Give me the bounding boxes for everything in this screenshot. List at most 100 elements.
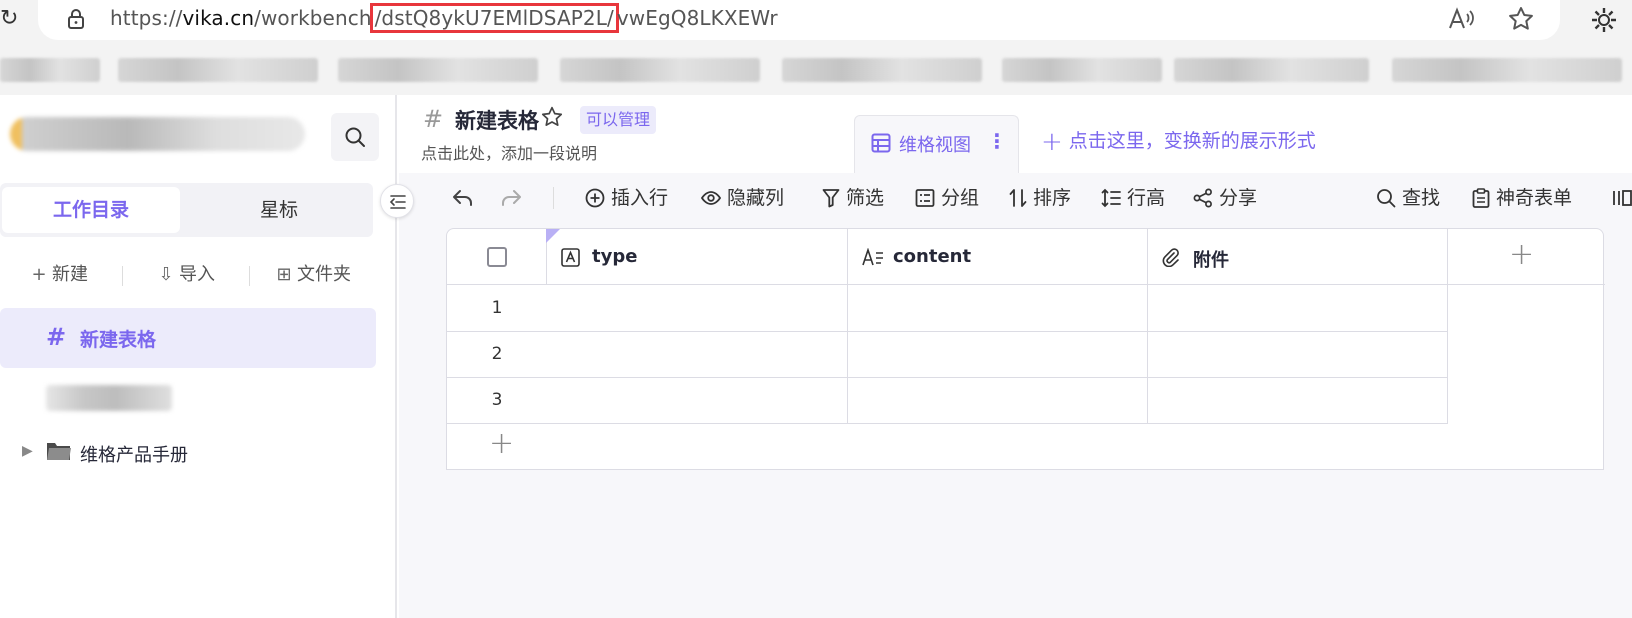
- table-cell[interactable]: [1148, 285, 1448, 331]
- row-height-icon: [1101, 188, 1121, 208]
- catalog-node-folder[interactable]: ▶ 维格产品手册: [0, 431, 376, 475]
- filter-label: 筛选: [846, 187, 885, 209]
- undo-icon[interactable]: [452, 173, 480, 223]
- collapse-sidebar-button[interactable]: [380, 184, 414, 218]
- table-cell[interactable]: [547, 285, 848, 331]
- divider: [249, 266, 250, 286]
- plus-icon: +: [1509, 237, 1535, 272]
- new-node-button[interactable]: + 新建: [30, 255, 88, 295]
- table-row[interactable]: 1: [447, 285, 1448, 332]
- table-cell[interactable]: [848, 378, 1148, 423]
- group-label: 分组: [941, 187, 980, 209]
- share-label: 分享: [1219, 187, 1258, 209]
- row-height-button[interactable]: 行高: [1101, 173, 1165, 223]
- bookmark-blurred[interactable]: [118, 58, 318, 82]
- column-header-content[interactable]: content: [848, 229, 1148, 284]
- bookmark-blurred[interactable]: [1174, 58, 1369, 82]
- bookmark-blurred[interactable]: [1002, 58, 1162, 82]
- bookmark-blurred[interactable]: [782, 58, 982, 82]
- datasheet-icon: #: [423, 105, 444, 133]
- table-cell[interactable]: [547, 378, 848, 423]
- import-label: 导入: [179, 264, 215, 285]
- favorite-star-icon[interactable]: [1508, 6, 1534, 32]
- extension-gear-icon[interactable]: [1590, 6, 1618, 34]
- divider: [553, 187, 554, 209]
- node-label: 维格产品手册: [80, 445, 188, 466]
- folder-icon: [47, 443, 71, 460]
- catalog-node-active[interactable]: # 新建表格: [0, 308, 376, 368]
- table-cell[interactable]: [547, 332, 848, 377]
- add-view-button[interactable]: + 点击这里，变换新的展示形式: [1041, 126, 1316, 157]
- sort-label: 排序: [1033, 187, 1072, 209]
- star-icon[interactable]: [541, 106, 563, 128]
- redo-icon[interactable]: [500, 173, 528, 223]
- catalog-node-blurred[interactable]: [46, 385, 172, 411]
- grid-view-icon: [871, 133, 891, 153]
- sidebar-search-button[interactable]: [331, 113, 379, 161]
- datasheet-title[interactable]: 新建表格: [455, 105, 539, 135]
- search-button[interactable]: 查找: [1376, 173, 1440, 223]
- import-icon: ⇩: [158, 264, 174, 285]
- tab-catalog[interactable]: 工作目录: [2, 187, 180, 233]
- plus-circle-icon: [585, 188, 605, 208]
- column-name: content: [893, 246, 972, 267]
- table-cell[interactable]: [848, 285, 1148, 331]
- share-icon: [1193, 188, 1212, 208]
- sort-icon: [1009, 189, 1027, 207]
- filter-button[interactable]: 筛选: [822, 173, 884, 223]
- table-cell[interactable]: [1148, 378, 1448, 423]
- insert-row-button[interactable]: 插入行: [585, 173, 668, 223]
- collapse-icon: [389, 195, 406, 209]
- bookmark-blurred[interactable]: [560, 58, 760, 82]
- bookmark-blurred[interactable]: [338, 58, 538, 82]
- search-icon: [345, 127, 365, 147]
- url-text[interactable]: https://vika.cn/workbench/dstQ8ykU7EMlDS…: [110, 3, 778, 33]
- view-tab-grid[interactable]: 维格视图 ⋮: [854, 115, 1019, 173]
- form-button[interactable]: 神奇表单: [1472, 173, 1572, 223]
- expand-triangle-icon[interactable]: ▶: [22, 443, 33, 459]
- hide-fields-label: 隐藏列: [727, 187, 785, 209]
- sort-button[interactable]: 排序: [1009, 173, 1071, 223]
- table-row[interactable]: 2: [447, 332, 1448, 378]
- lock-icon[interactable]: [66, 8, 86, 30]
- read-aloud-icon[interactable]: [1447, 6, 1475, 32]
- group-icon: [915, 189, 935, 207]
- plus-icon: +: [489, 426, 515, 461]
- column-header-type[interactable]: type: [547, 229, 848, 284]
- hide-fields-button[interactable]: 隐藏列: [700, 173, 785, 223]
- column-name: 附件: [1193, 250, 1229, 271]
- tab-starred[interactable]: 星标: [190, 187, 368, 233]
- add-view-label: 点击这里，变换新的展示形式: [1068, 130, 1316, 152]
- sidebar-actions: + 新建 ⇩ 导入 ⊞ 文件夹: [0, 255, 373, 295]
- text-field-icon: [561, 248, 580, 267]
- table-cell[interactable]: [1148, 332, 1448, 377]
- more-vertical-icon[interactable]: ⋮: [987, 129, 1007, 153]
- table-row[interactable]: 3: [447, 378, 1448, 424]
- bookmark-blurred[interactable]: [1392, 58, 1622, 82]
- widget-panel-icon[interactable]: [1612, 173, 1632, 223]
- add-row-button[interactable]: +: [447, 424, 1448, 470]
- folder-add-icon: ⊞: [276, 264, 292, 285]
- import-button[interactable]: ⇩ 导入: [157, 255, 215, 295]
- table-cell[interactable]: [848, 332, 1148, 377]
- new-label: 新建: [52, 264, 88, 285]
- row-number: 3: [491, 390, 503, 410]
- vika-app: 工作目录 星标 +新建 ⇩导入 ⊞文件夹 # 新建表格 ▶ 维格产品手册: [0, 95, 1632, 618]
- column-header-attachment[interactable]: 附件: [1148, 229, 1448, 284]
- filter-icon: [822, 189, 840, 208]
- sidebar: 工作目录 星标 + 新建 ⇩ 导入 ⊞ 文件夹 # 新建表格 ▶ 维格产品手册: [0, 95, 397, 618]
- permission-badge[interactable]: 可以管理: [580, 106, 657, 134]
- select-all-checkbox[interactable]: [487, 247, 507, 267]
- space-name-blurred[interactable]: [10, 117, 305, 151]
- search-label: 查找: [1402, 187, 1441, 209]
- divider: [122, 266, 123, 286]
- group-button[interactable]: 分组: [915, 173, 979, 223]
- refresh-icon[interactable]: ↻: [0, 4, 18, 34]
- datasheet-description[interactable]: 点击此处，添加一段说明: [421, 140, 597, 164]
- add-column-button[interactable]: +: [1448, 229, 1605, 285]
- new-folder-button[interactable]: ⊞ 文件夹: [275, 255, 351, 295]
- share-button[interactable]: 分享: [1193, 173, 1257, 223]
- row-height-label: 行高: [1127, 187, 1166, 209]
- longtext-field-icon: [862, 248, 883, 266]
- bookmark-blurred[interactable]: [0, 58, 100, 82]
